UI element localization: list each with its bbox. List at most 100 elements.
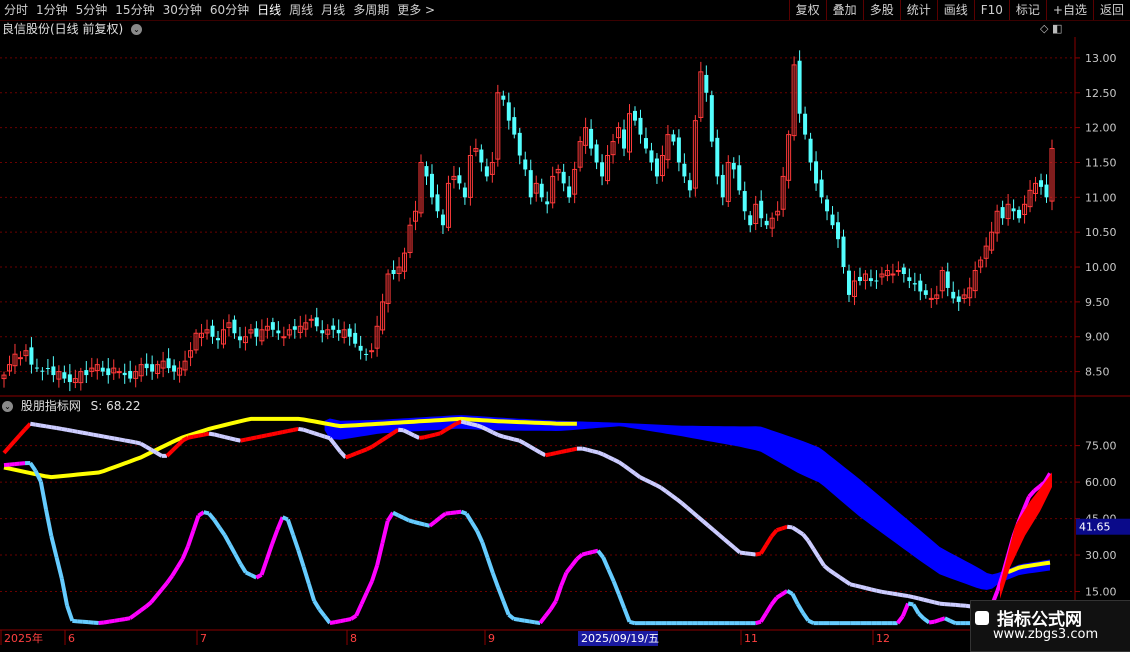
candle-body [331, 326, 335, 330]
fast-line-segment [1029, 491, 1034, 497]
slow-line-segment [540, 453, 545, 456]
slow-line-segment [283, 431, 288, 432]
slow-line-segment [924, 600, 929, 601]
fast-line-segment [214, 520, 219, 528]
slow-line-segment [93, 435, 98, 436]
slow-line-segment [824, 566, 829, 570]
fast-line-segment [566, 566, 571, 573]
slow-line-segment [698, 517, 703, 521]
candle-body [902, 268, 906, 274]
candle-body [798, 61, 802, 114]
fast-line-segment [603, 557, 608, 569]
watermark-logo: 指标公式网 www.zbgs3.com [970, 600, 1130, 652]
slow-line-segment [446, 427, 451, 430]
candle-body [1039, 180, 1043, 187]
fast-line-segment [540, 616, 545, 623]
candle-body [507, 102, 511, 120]
slow-line-segment [325, 437, 330, 439]
candle-body [1017, 210, 1021, 218]
fast-line-segment [403, 518, 408, 521]
candle-body [84, 370, 88, 375]
candle-body [809, 139, 813, 163]
slow-line-segment [456, 422, 461, 424]
slow-line-segment [409, 433, 414, 436]
slow-line-segment [4, 447, 9, 453]
slow-line-segment [120, 439, 125, 440]
slow-line-segment [41, 425, 46, 426]
candle-body [649, 150, 653, 162]
fast-line-segment [188, 531, 193, 546]
fast-line-segment [803, 613, 808, 621]
slow-line-segment [493, 432, 498, 435]
fast-line-segment [141, 607, 146, 611]
candle-body [293, 326, 297, 330]
candle-body [836, 222, 840, 239]
fast-line-segment [1034, 487, 1039, 491]
chevron-down-icon[interactable]: ⌄ [2, 401, 13, 412]
candle-body [831, 215, 835, 226]
fast-line-segment [120, 619, 125, 620]
slow-line-segment [225, 437, 230, 438]
slow-line-segment [62, 429, 67, 430]
price-axis-label: 12.00 [1085, 122, 1117, 135]
slow-line-segment [750, 554, 755, 555]
fast-line-segment [777, 594, 782, 597]
fast-line-segment [472, 522, 477, 531]
slow-line-segment [651, 482, 656, 485]
fast-line-segment [99, 623, 104, 624]
fast-line-segment [934, 620, 939, 622]
fast-line-segment [382, 521, 387, 543]
candle-body [128, 371, 132, 379]
slow-line-segment [729, 544, 734, 548]
slow-line-segment [898, 594, 903, 595]
fast-line-segment [908, 603, 913, 604]
candle-body [622, 129, 626, 148]
candle-body [704, 75, 708, 93]
slow-line-segment [724, 539, 729, 543]
candle-body [567, 186, 571, 197]
slow-line-segment [67, 430, 72, 431]
price-axis-label: 13.00 [1085, 52, 1117, 65]
slow-line-segment [430, 435, 435, 436]
candle-body [145, 364, 149, 368]
candle-body [644, 138, 648, 148]
fast-line-segment [67, 606, 72, 621]
fast-line-segment [798, 604, 803, 613]
stock-chart-canvas[interactable]: 13.0012.5012.0011.5011.0010.5010.009.509… [0, 0, 1130, 650]
fast-line-segment [493, 573, 498, 587]
candle-body [51, 366, 55, 375]
slow-line-segment [777, 528, 782, 530]
candle-body [924, 290, 928, 295]
fast-line-segment [440, 514, 445, 518]
slow-line-segment [840, 577, 845, 581]
candle-body [211, 326, 215, 337]
fast-line-segment [125, 618, 130, 619]
candle-body [392, 270, 396, 274]
slow-line-segment [740, 553, 745, 554]
fast-line-segment [498, 587, 503, 601]
slow-line-segment [403, 430, 408, 433]
indicator-axis-label: 15.00 [1085, 586, 1117, 599]
fast-line-segment [130, 614, 135, 618]
fast-line-segment [46, 510, 51, 536]
fast-line-segment [167, 576, 172, 583]
slow-line-segment [661, 488, 666, 492]
slow-line-segment [903, 595, 908, 596]
candle-body [677, 137, 681, 162]
candle-body [457, 175, 461, 183]
fast-line-segment [945, 618, 950, 620]
slow-line-segment [435, 433, 440, 434]
slow-line-segment [193, 436, 198, 437]
slow-line-segment [130, 441, 135, 442]
candle-body [633, 111, 637, 121]
candle-body [40, 371, 44, 372]
fast-line-segment [919, 613, 924, 618]
fast-line-segment [62, 579, 67, 606]
fast-line-segment [230, 545, 235, 555]
slow-line-segment [514, 439, 519, 440]
slow-line-segment [262, 435, 267, 436]
slow-line-segment [351, 453, 356, 455]
candle-body [737, 165, 741, 190]
fast-line-segment [587, 552, 592, 553]
slow-line-segment [640, 477, 645, 480]
